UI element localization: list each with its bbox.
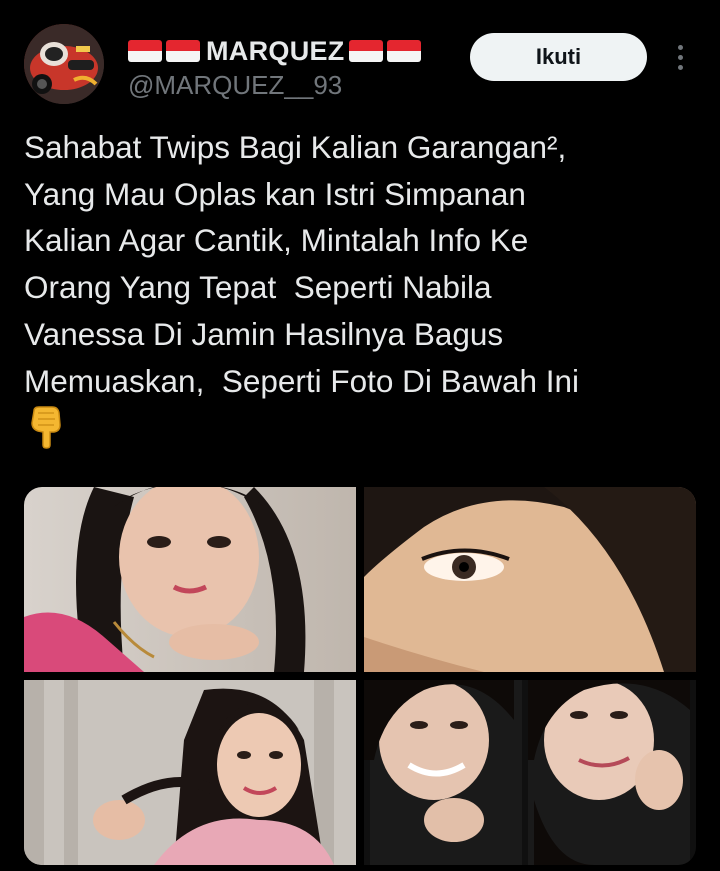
- tweet-text: Sahabat Twips Bagi Kalian Garangan², Yan…: [24, 129, 580, 399]
- more-vertical-icon[interactable]: [666, 40, 694, 74]
- flag-indonesia-icon: [386, 40, 421, 62]
- display-name: MARQUEZ: [206, 35, 345, 66]
- display-name-row[interactable]: MARQUEZ: [128, 36, 425, 66]
- avatar[interactable]: [24, 24, 104, 104]
- avatar-motorcycle-image: [24, 24, 104, 104]
- flag-indonesia-icon: [166, 40, 200, 62]
- tweet-header: MARQUEZ @MARQUEZ__93 Ikuti: [0, 0, 720, 110]
- follow-button[interactable]: Ikuti: [470, 33, 647, 81]
- photo-woman-pink-shirt[interactable]: [24, 487, 356, 672]
- user-handle[interactable]: @MARQUEZ__93: [128, 70, 342, 101]
- media-grid: [24, 487, 696, 865]
- flag-indonesia-icon: [348, 40, 383, 62]
- flag-indonesia-icon: [128, 40, 162, 62]
- photo-selfie-collage[interactable]: [364, 680, 696, 865]
- photo-woman-smiling-gray-background[interactable]: [24, 680, 356, 865]
- pointing-down-hand-icon: [31, 406, 61, 449]
- photo-close-up-eye[interactable]: [364, 487, 696, 672]
